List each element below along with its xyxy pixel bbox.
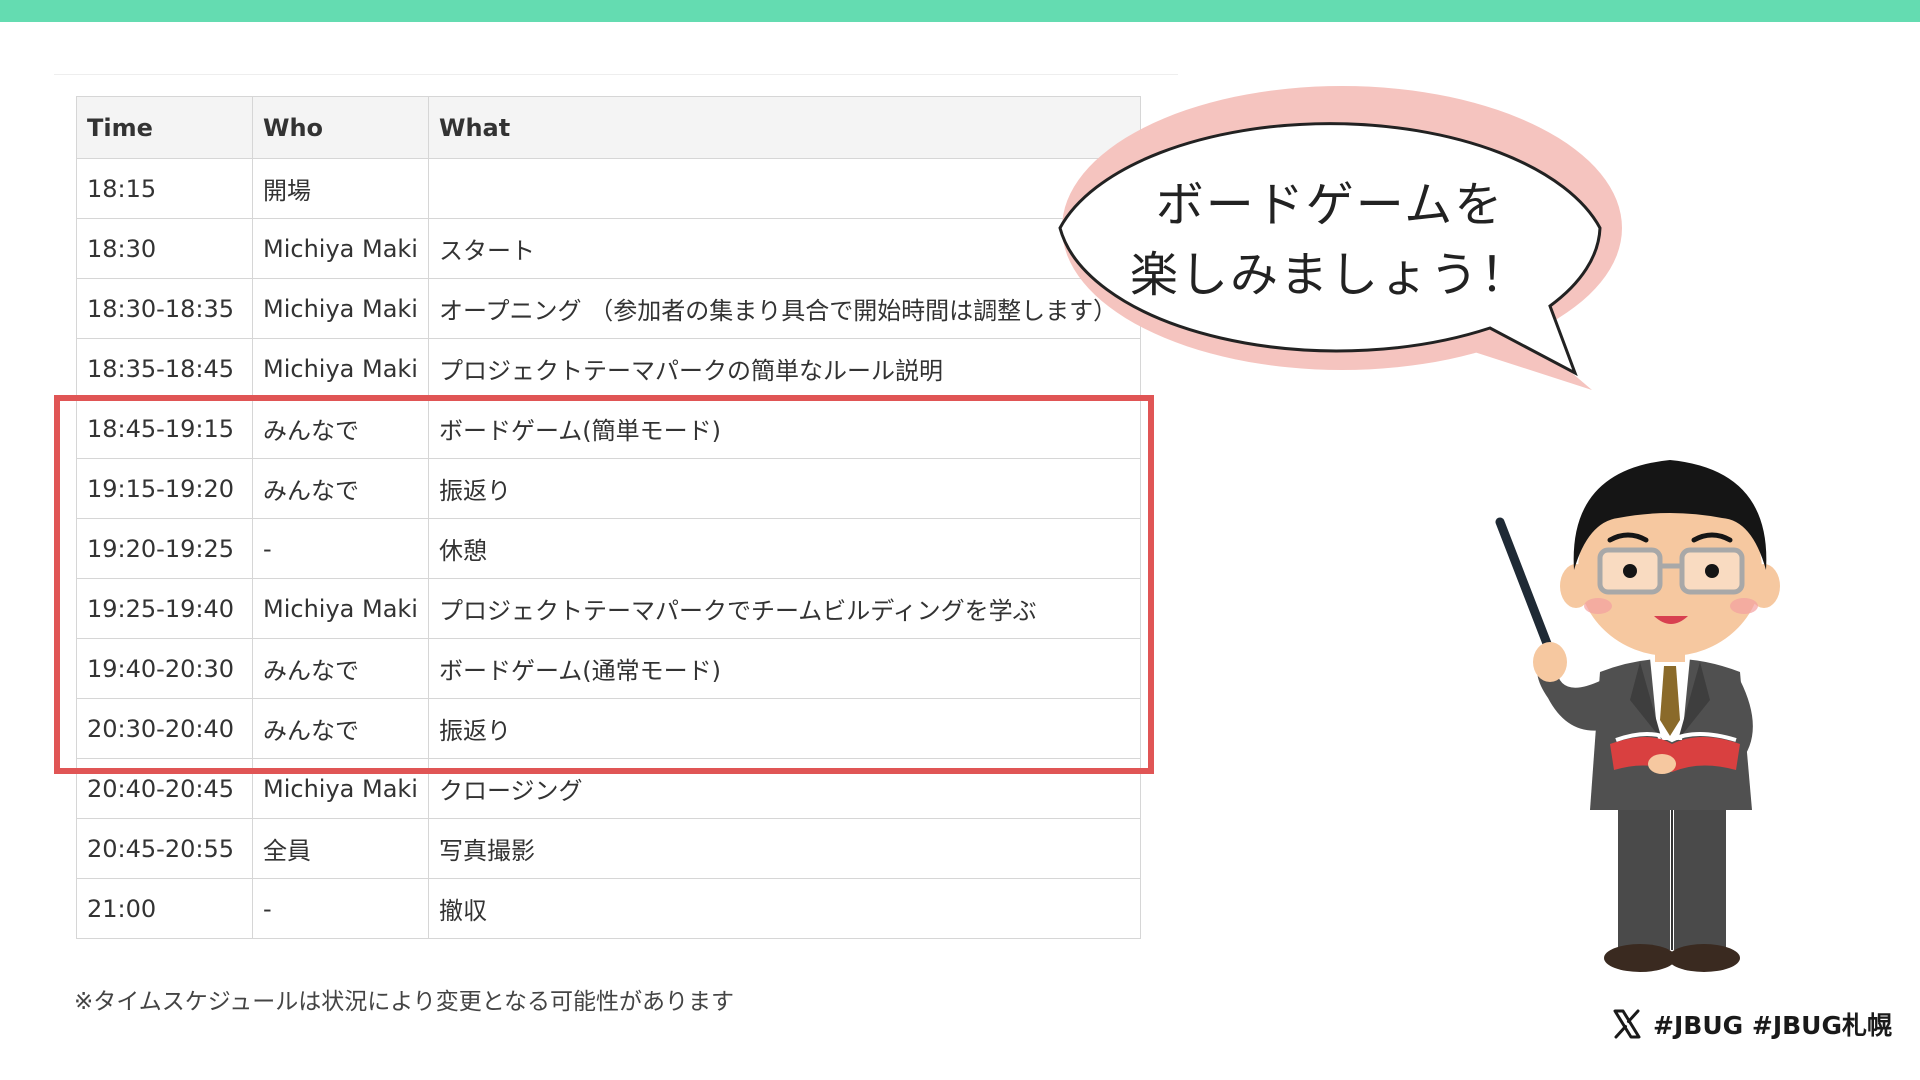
top-accent-bar [0, 0, 1920, 22]
cell-who: 全員 [252, 818, 429, 879]
cell-who: Michiya Maki [252, 338, 429, 399]
cell-what: 撤収 [428, 878, 1141, 939]
hashtag-footer: #JBUG #JBUG札幌 [1611, 1006, 1892, 1042]
cell-time: 18:30-18:35 [76, 278, 253, 339]
highlight-frame [54, 395, 1154, 774]
cell-time: 21:00 [76, 878, 253, 939]
teacher-with-pointer-icon [1495, 460, 1780, 972]
cell-who: Michiya Maki [252, 218, 429, 279]
cell-time: 18:35-18:45 [76, 338, 253, 399]
cell-who: Michiya Maki [252, 278, 429, 339]
divider [54, 74, 1178, 75]
cell-who: 開場 [252, 158, 429, 219]
table-row: 20:45-20:55 全員 写真撮影 [76, 818, 1141, 879]
cell-who: - [252, 878, 429, 939]
schedule-footnote: ※タイムスケジュールは状況により変更となる可能性があります [74, 989, 735, 1015]
cell-time: 18:15 [76, 158, 253, 219]
cell-time: 18:30 [76, 218, 253, 279]
header-time: Time [76, 96, 253, 159]
speech-bubble-line-1: ボードゲームを [1155, 177, 1505, 233]
table-row: 21:00 - 撤収 [76, 878, 1141, 939]
table-header-row: Time Who What [76, 96, 1141, 159]
header-who: Who [252, 96, 429, 159]
table-row: 18:30-18:35 Michiya Maki オープニング （参加者の集まり… [76, 278, 1141, 339]
x-logo-icon [1613, 1009, 1641, 1039]
cell-what: 写真撮影 [428, 818, 1141, 879]
cell-time: 20:45-20:55 [76, 818, 253, 879]
speech-bubble-text: ボードゲームを 楽しみましょう！ [1070, 170, 1590, 310]
table-row: 18:15 開場 [76, 158, 1141, 219]
hashtags-text: #JBUG #JBUG札幌 [1653, 1011, 1892, 1040]
speech-bubble-line-2: 楽しみましょう！ [1129, 247, 1530, 303]
table-row: 18:35-18:45 Michiya Maki プロジェクトテーマパークの簡単… [76, 338, 1141, 399]
table-row: 18:30 Michiya Maki スタート [76, 218, 1141, 279]
